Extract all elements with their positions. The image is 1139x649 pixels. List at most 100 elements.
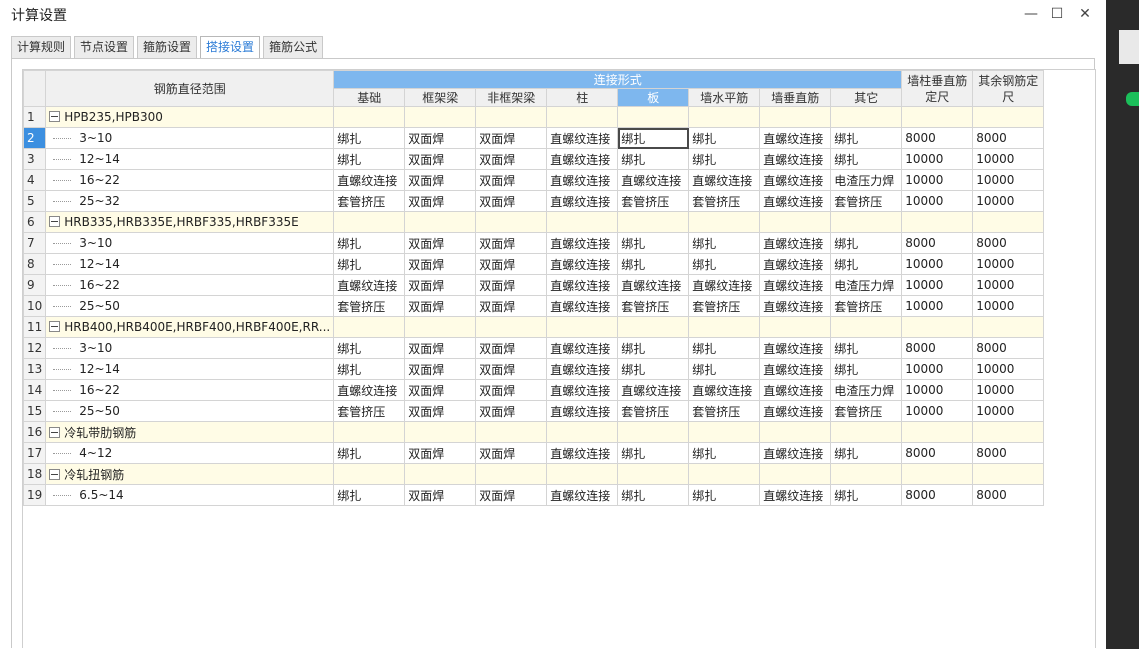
row-number[interactable]: 11 <box>22 316 47 338</box>
connection-cell[interactable]: 绑扎 <box>830 232 903 254</box>
diameter-range[interactable]: 3~10 <box>45 337 335 359</box>
connection-cell[interactable]: 直螺纹连接 <box>759 232 832 254</box>
connection-cell[interactable]: 绑扎 <box>688 484 761 506</box>
diameter-range[interactable]: 3~10 <box>45 232 335 254</box>
diameter-range[interactable]: 12~14 <box>45 358 335 380</box>
connection-cell[interactable]: 双面焊 <box>404 169 477 191</box>
connection-cell[interactable]: 套管挤压 <box>688 190 761 212</box>
length-cell[interactable]: 8000 <box>972 232 1045 254</box>
table-row[interactable]: 10 25~50 套管挤压 双面焊 双面焊 直螺纹连接 套管挤压 套管挤压 直螺纹连接 套管挤压 1… <box>22 295 1045 317</box>
rebar-grade-group[interactable]: HRB335,HRB335E,HRBF335,HRBF335E <box>45 211 335 233</box>
connection-cell[interactable]: 双面焊 <box>475 232 548 254</box>
collapse-icon[interactable] <box>49 216 61 227</box>
connection-cell[interactable]: 直螺纹连接 <box>333 169 406 191</box>
minimize-icon[interactable]: — <box>1021 4 1041 24</box>
connection-cell[interactable]: 双面焊 <box>404 148 477 170</box>
row-number[interactable]: 19 <box>22 484 47 506</box>
connection-cell[interactable]: 直螺纹连接 <box>333 274 406 296</box>
length-cell[interactable] <box>901 463 974 485</box>
connection-cell[interactable]: 绑扎 <box>333 484 406 506</box>
connection-cell[interactable] <box>759 106 832 128</box>
connection-cell[interactable]: 绑扎 <box>688 148 761 170</box>
row-number[interactable]: 16 <box>22 421 47 443</box>
row-number[interactable]: 14 <box>22 379 47 401</box>
connection-cell[interactable]: 双面焊 <box>404 400 477 422</box>
connection-cell[interactable] <box>475 421 548 443</box>
connection-cell[interactable]: 绑扎 <box>688 127 761 149</box>
connection-cell[interactable] <box>688 316 761 338</box>
connection-cell[interactable]: 套管挤压 <box>617 400 690 422</box>
connection-cell[interactable]: 绑扎 <box>333 442 406 464</box>
table-row[interactable]: 5 25~32 套管挤压 双面焊 双面焊 直螺纹连接 套管挤压 套管挤压 直螺纹连接 套管挤压 10… <box>22 190 1045 212</box>
length-cell[interactable]: 10000 <box>972 253 1045 275</box>
length-cell[interactable] <box>972 211 1045 233</box>
connection-cell[interactable]: 双面焊 <box>404 295 477 317</box>
connection-cell[interactable]: 绑扎 <box>617 253 690 275</box>
length-cell[interactable]: 8000 <box>901 484 974 506</box>
connection-cell[interactable]: 直螺纹连接 <box>688 274 761 296</box>
tab-calc-rules[interactable]: 计算规则 <box>11 36 72 58</box>
connection-cell[interactable]: 套管挤压 <box>830 400 903 422</box>
table-row[interactable]: 3 12~14 绑扎 双面焊 双面焊 直螺纹连接 绑扎 绑扎 直螺纹连接 绑扎 10000 10000 <box>22 148 1045 170</box>
tab-lap-settings[interactable]: 搭接设置 <box>200 36 261 59</box>
connection-cell[interactable] <box>617 211 690 233</box>
tab-stirrup-formula[interactable]: 箍筋公式 <box>263 36 324 58</box>
group-row[interactable]: 16 冷轧带肋钢筋 <box>22 421 1045 443</box>
connection-cell[interactable]: 直螺纹连接 <box>759 358 832 380</box>
connection-cell[interactable]: 双面焊 <box>475 337 548 359</box>
table-row[interactable]: 7 3~10 绑扎 双面焊 双面焊 直螺纹连接 绑扎 绑扎 直螺纹连接 绑扎 8000 8000 <box>22 232 1045 254</box>
close-icon[interactable]: ✕ <box>1075 4 1095 24</box>
connection-cell[interactable] <box>617 106 690 128</box>
length-cell[interactable]: 10000 <box>901 295 974 317</box>
connection-cell[interactable]: 双面焊 <box>404 127 477 149</box>
connection-cell[interactable]: 直螺纹连接 <box>546 169 619 191</box>
connection-cell[interactable]: 直螺纹连接 <box>759 400 832 422</box>
connection-cell[interactable] <box>546 211 619 233</box>
length-cell[interactable] <box>901 421 974 443</box>
connection-cell[interactable] <box>688 106 761 128</box>
connection-cell[interactable]: 直螺纹连接 <box>759 295 832 317</box>
connection-cell[interactable]: 双面焊 <box>475 274 548 296</box>
connection-cell[interactable] <box>475 463 548 485</box>
connection-cell[interactable] <box>830 421 903 443</box>
connection-cell[interactable]: 绑扎 <box>830 484 903 506</box>
connection-cell[interactable]: 套管挤压 <box>333 295 406 317</box>
table-row[interactable]: 17 4~12 绑扎 双面焊 双面焊 直螺纹连接 绑扎 绑扎 直螺纹连接 绑扎 8000 8000 <box>22 442 1045 464</box>
connection-cell[interactable]: 双面焊 <box>404 274 477 296</box>
connection-cell[interactable] <box>688 421 761 443</box>
connection-cell[interactable]: 绑扎 <box>688 442 761 464</box>
connection-cell[interactable]: 直螺纹连接 <box>333 379 406 401</box>
row-number[interactable]: 9 <box>22 274 47 296</box>
connection-cell[interactable] <box>404 463 477 485</box>
connection-cell[interactable]: 绑扎 <box>617 337 690 359</box>
connection-cell[interactable]: 直螺纹连接 <box>617 169 690 191</box>
connection-cell[interactable]: 绑扎 <box>333 148 406 170</box>
connection-cell[interactable]: 电渣压力焊 <box>830 169 903 191</box>
connection-cell[interactable]: 双面焊 <box>475 190 548 212</box>
connection-cell[interactable] <box>546 421 619 443</box>
connection-cell[interactable] <box>830 211 903 233</box>
connection-cell[interactable]: 双面焊 <box>404 484 477 506</box>
connection-cell[interactable]: 套管挤压 <box>830 190 903 212</box>
length-cell[interactable]: 10000 <box>901 190 974 212</box>
group-row[interactable]: 6 HRB335,HRB335E,HRBF335,HRBF335E <box>22 211 1045 233</box>
connection-cell[interactable]: 双面焊 <box>475 379 548 401</box>
collapse-icon[interactable] <box>49 321 61 332</box>
connection-cell[interactable] <box>404 106 477 128</box>
connection-cell[interactable]: 绑扎 <box>688 358 761 380</box>
row-number[interactable]: 8 <box>22 253 47 275</box>
connection-cell[interactable]: 绑扎 <box>830 127 903 149</box>
table-row[interactable]: 13 12~14 绑扎 双面焊 双面焊 直螺纹连接 绑扎 绑扎 直螺纹连接 绑扎 10000 1000… <box>22 358 1045 380</box>
length-cell[interactable]: 8000 <box>901 127 974 149</box>
diameter-range[interactable]: 12~14 <box>45 253 335 275</box>
connection-cell[interactable]: 双面焊 <box>404 337 477 359</box>
connection-cell[interactable]: 绑扎 <box>333 127 406 149</box>
connection-cell[interactable]: 直螺纹连接 <box>759 337 832 359</box>
connection-cell[interactable]: 绑扎 <box>830 253 903 275</box>
length-cell[interactable]: 10000 <box>972 169 1045 191</box>
connection-cell[interactable]: 直螺纹连接 <box>759 484 832 506</box>
connection-cell[interactable]: 直螺纹连接 <box>546 190 619 212</box>
connection-cell[interactable]: 双面焊 <box>475 358 548 380</box>
connection-cell[interactable]: 套管挤压 <box>333 400 406 422</box>
connection-cell[interactable]: 绑扎 <box>617 358 690 380</box>
